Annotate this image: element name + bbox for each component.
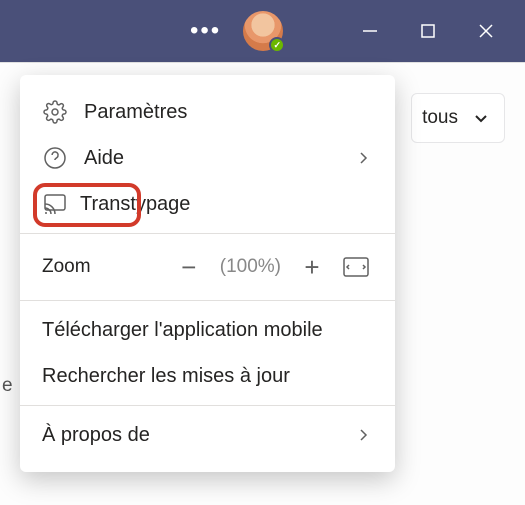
zoom-label: Zoom bbox=[42, 256, 91, 278]
filter-label: tous bbox=[422, 107, 458, 129]
partial-text: e bbox=[0, 373, 15, 399]
menu-label: Télécharger l'application mobile bbox=[42, 319, 373, 342]
cast-icon bbox=[42, 191, 68, 217]
menu-item-settings[interactable]: Paramètres bbox=[20, 89, 395, 135]
window-controls bbox=[341, 0, 515, 62]
menu-item-check-updates[interactable]: Rechercher les mises à jour bbox=[20, 353, 395, 399]
more-options-button[interactable]: ••• bbox=[180, 13, 231, 49]
presence-available-icon bbox=[269, 37, 285, 53]
menu-divider bbox=[20, 405, 395, 406]
minimize-button[interactable] bbox=[341, 0, 399, 62]
zoom-out-button[interactable]: − bbox=[172, 250, 206, 284]
chevron-right-icon bbox=[353, 150, 373, 166]
menu-item-help[interactable]: Aide bbox=[20, 135, 395, 181]
menu-label: Paramètres bbox=[84, 101, 373, 124]
menu-label: Rechercher les mises à jour bbox=[42, 365, 373, 388]
settings-menu: Paramètres Aide Transtypage Zoom − (100%… bbox=[20, 75, 395, 472]
maximize-button[interactable] bbox=[399, 0, 457, 62]
chevron-down-icon bbox=[472, 109, 490, 127]
menu-item-download-mobile[interactable]: Télécharger l'application mobile bbox=[20, 307, 395, 353]
menu-item-about[interactable]: À propos de bbox=[20, 412, 395, 458]
fullscreen-button[interactable] bbox=[339, 254, 373, 280]
zoom-in-button[interactable]: + bbox=[295, 250, 329, 284]
profile-button[interactable] bbox=[243, 11, 283, 51]
menu-divider bbox=[20, 300, 395, 301]
zoom-value: (100%) bbox=[220, 256, 281, 278]
menu-item-cast[interactable]: Transtypage bbox=[20, 181, 395, 227]
menu-item-zoom: Zoom − (100%) + bbox=[20, 240, 395, 294]
gear-icon bbox=[42, 99, 68, 125]
menu-divider bbox=[20, 233, 395, 234]
chevron-right-icon bbox=[353, 427, 373, 443]
help-icon bbox=[42, 145, 68, 171]
close-button[interactable] bbox=[457, 0, 515, 62]
menu-label: Aide bbox=[84, 147, 337, 170]
menu-label: À propos de bbox=[42, 424, 337, 447]
filter-dropdown[interactable]: tous bbox=[411, 93, 505, 143]
titlebar: ••• bbox=[0, 0, 525, 62]
menu-label: Transtypage bbox=[80, 193, 373, 216]
